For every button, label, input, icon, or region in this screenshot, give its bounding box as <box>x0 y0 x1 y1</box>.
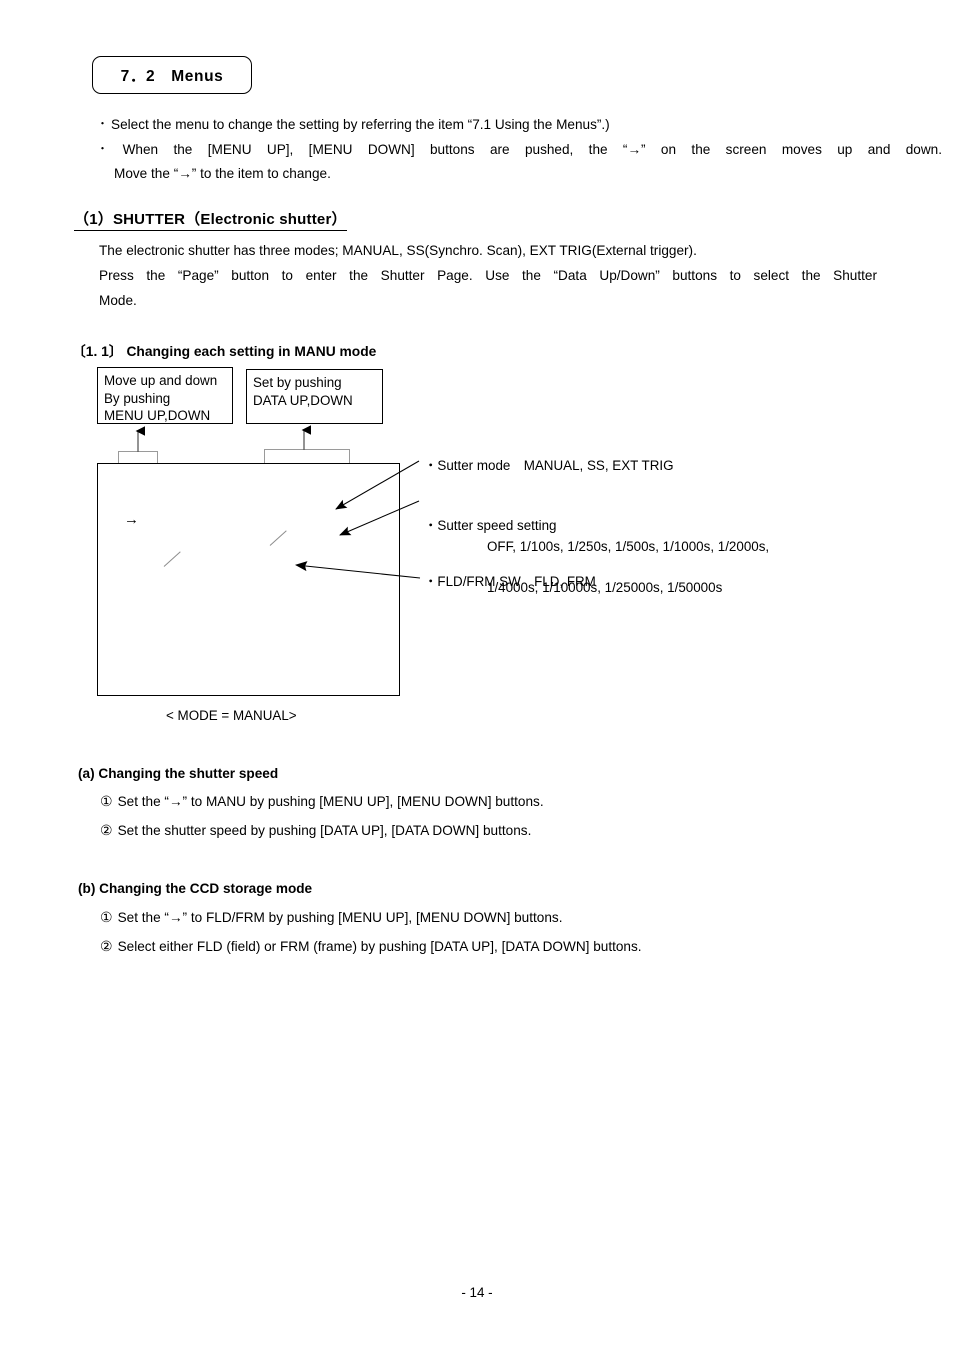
intro-line-2-text: When the [MENU UP], [MENU DOWN] buttons … <box>122 142 943 157</box>
annotation-shutter-speed: ・Sutter speed setting OFF, 1/100s, 1/250… <box>424 496 769 618</box>
block-b-item-1: ① Set the “→” to FLD/FRM by pushing [MENU… <box>100 909 563 926</box>
camera-screen-frame <box>97 463 400 696</box>
annotation-shutter-speed-values-1: OFF, 1/100s, 1/250s, 1/500s, 1/1000s, 1/… <box>487 539 770 554</box>
shutter-body: The electronic shutter has three modes; … <box>99 238 877 313</box>
block-a-item-1-number: ① <box>100 793 113 809</box>
section-heading-box: 7．2 Menus <box>92 56 252 94</box>
intro-line-3-text: Move the “→” to the item to change. <box>114 166 331 181</box>
bullet-icon: ・ <box>97 118 108 130</box>
page-number: - 14 - <box>461 1285 493 1300</box>
screen-cursor-arrow-icon: → <box>124 511 139 528</box>
subsection-heading: 〔1. 1〕 Changing each setting in MANU mod… <box>72 344 377 359</box>
block-b-item-2-text: Select either FLD (field) or FRM (frame)… <box>117 939 642 954</box>
block-a-item-2: ② Set the shutter speed by pushing [DATA … <box>100 822 531 839</box>
intro-paragraph: ・ Select the menu to change the setting b… <box>97 112 942 186</box>
block-b-item-1-number: ① <box>100 909 113 925</box>
block-a-item-1-text: Set the “→” to MANU by pushing [MENU UP]… <box>117 794 544 809</box>
document-page: 7．2 Menus ・ Select the menu to change the… <box>0 0 954 1351</box>
block-a-item-2-number: ② <box>100 822 113 838</box>
shutter-body-line-1: The electronic shutter has three modes; … <box>99 243 697 258</box>
annotation-shutter-speed-label: ・Sutter speed setting <box>424 518 557 533</box>
annotation-shutter-mode: ・Sutter mode MANUAL, SS, EXT TRIG <box>424 458 674 473</box>
screen-caption: < MODE = MANUAL> <box>166 708 297 723</box>
callout-box-data: Set by pushing DATA UP,DOWN <box>246 369 383 424</box>
section-heading-text: 7．2 Menus <box>120 68 224 85</box>
annotation-fld-frm: ・FLD/FRM SW FLD, FRM <box>424 574 596 589</box>
shutter-body-line-2: Press the “Page” button to enter the Shu… <box>99 268 877 283</box>
bullet-icon: ・ <box>97 143 120 155</box>
block-a-item-1: ① Set the “→” to MANU by pushing [MENU UP… <box>100 793 544 810</box>
block-a-item-2-text: Set the shutter speed by pushing [DATA U… <box>117 823 532 838</box>
intro-line-2: ・ When the [MENU UP], [MENU DOWN] buttons… <box>97 137 942 162</box>
shutter-body-line-3: Mode. <box>99 293 137 308</box>
intro-line-1-text: Select the menu to change the setting by… <box>111 117 610 132</box>
block-b-item-2-number: ② <box>100 938 113 954</box>
intro-line-3: Move the “→” to the item to change. <box>97 162 942 186</box>
shutter-heading: （1）SHUTTER（Electronic shutter） <box>74 208 347 231</box>
block-a-heading: (a) Changing the shutter speed <box>78 766 279 781</box>
block-b-heading: (b) Changing the CCD storage mode <box>78 881 313 896</box>
callout-box-menu: Move up and down By pushing MENU UP,DOWN <box>97 367 233 424</box>
block-b-item-1-text: Set the “→” to FLD/FRM by pushing [MENU … <box>117 910 563 925</box>
block-b-item-2: ② Select either FLD (field) or FRM (frame… <box>100 938 642 955</box>
intro-line-1: ・ Select the menu to change the setting b… <box>97 112 942 137</box>
